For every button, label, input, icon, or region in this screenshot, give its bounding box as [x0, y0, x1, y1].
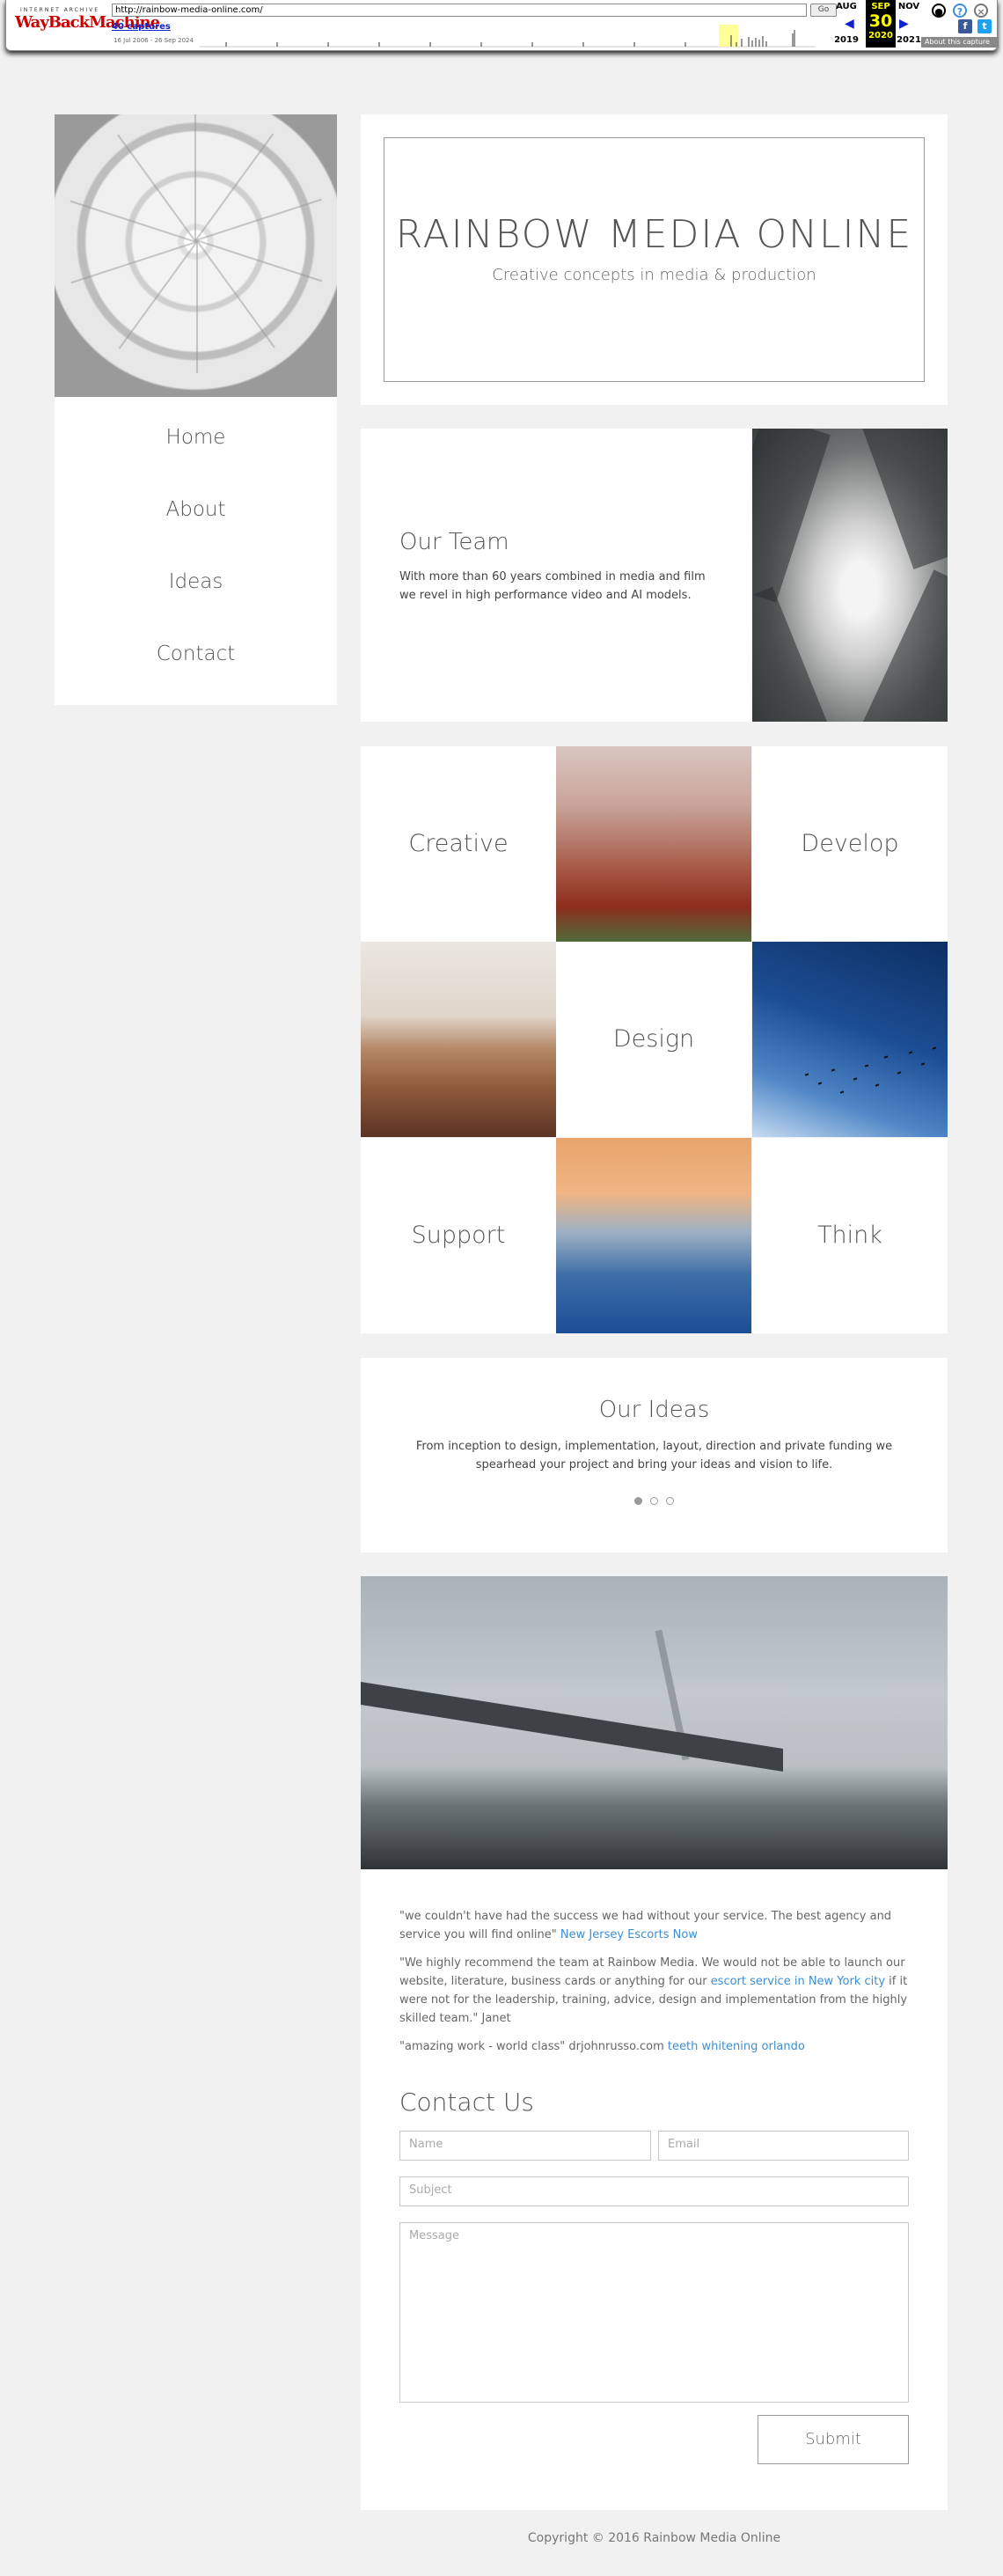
bridge-fog-image	[361, 1576, 948, 1869]
wayback-current-day: 30	[868, 11, 893, 31]
grid-cell-support[interactable]: Support	[361, 1138, 556, 1333]
wayback-toolbar: INTERNET ARCHIVE WayBackMachine Go 40 ca…	[5, 0, 999, 51]
grid-label-design: Design	[612, 1025, 695, 1053]
wayback-prev-year[interactable]: 2019	[833, 35, 860, 45]
grid-label-think: Think	[817, 1222, 882, 1249]
wayback-logo[interactable]: INTERNET ARCHIVE WayBackMachine	[15, 7, 160, 39]
message-field[interactable]: Message	[399, 2222, 909, 2403]
email-field[interactable]: Email	[658, 2131, 909, 2161]
site-title: RAINBOW MEDIA ONLINE	[395, 212, 913, 257]
user-icon[interactable]: ●	[932, 4, 946, 18]
footer-copyright: Copyright © 2016 Rainbow Media Online	[527, 2531, 781, 2545]
carousel-dot-1[interactable]	[633, 1497, 642, 1505]
nav-contact[interactable]: Contact	[55, 618, 337, 690]
nav-home[interactable]: Home	[55, 401, 337, 473]
team-panel: Our Team With more than 60 years combine…	[361, 429, 948, 722]
carousel-dots	[361, 1492, 948, 1508]
testimonials: "we couldn't have had the success we had…	[399, 1907, 910, 2066]
main-nav: Home About Ideas Contact	[55, 397, 337, 690]
wayback-current-year: 2020	[868, 31, 893, 40]
grid-label-support: Support	[411, 1222, 506, 1249]
desert-image	[361, 942, 556, 1137]
wayback-prev-arrow-icon[interactable]: ◀	[845, 17, 854, 31]
wayback-next-arrow-icon[interactable]: ▶	[899, 17, 909, 31]
wayback-captures-link[interactable]: 40 captures	[112, 22, 171, 32]
contact-title: Contact Us	[399, 2088, 534, 2117]
help-icon[interactable]: ?	[953, 4, 967, 18]
ideas-title: Our Ideas	[598, 1397, 710, 1423]
testimonial-3: "amazing work - world class" drjohnrusso…	[399, 2037, 910, 2056]
team-title: Our Team	[399, 529, 509, 555]
wayback-logo-main: WayBackMachine	[15, 13, 160, 32]
facebook-icon[interactable]: f	[958, 19, 972, 33]
twitter-icon[interactable]: t	[977, 19, 992, 33]
wayback-sparkline[interactable]	[200, 23, 816, 48]
wayback-prev-month[interactable]: AUG	[833, 2, 860, 11]
grid-label-creative: Creative	[408, 830, 509, 857]
grid-cell-design[interactable]: Design	[556, 942, 751, 1137]
team-text: Our Team With more than 60 years combine…	[399, 529, 716, 605]
testimonial-3-link[interactable]: teeth whitening orlando	[668, 2040, 805, 2053]
testimonial-2-link[interactable]: escort service in New York city	[711, 1975, 885, 1988]
ideas-panel: Our Ideas From inception to design, impl…	[361, 1358, 948, 1552]
grid-cell-creative[interactable]: Creative	[361, 746, 556, 942]
site-subtitle: Creative concepts in media & production	[492, 266, 816, 284]
wayback-current-month: SEP	[871, 2, 890, 11]
testimonial-1: "we couldn't have had the success we had…	[399, 1907, 910, 1944]
grid-cell-think[interactable]: Think	[752, 1138, 948, 1333]
subject-field[interactable]: Subject	[399, 2176, 909, 2206]
wayback-about-capture[interactable]: About this capture	[921, 37, 999, 48]
forest-image	[556, 746, 751, 942]
mountain-image	[556, 1138, 751, 1333]
services-grid: Creative Develop Design Support Think	[361, 746, 948, 1334]
sidebar: Home About Ideas Contact	[55, 114, 337, 705]
close-icon[interactable]: ×	[974, 4, 988, 18]
wayback-next-month[interactable]: NOV	[896, 2, 922, 11]
nav-ideas[interactable]: Ideas	[55, 546, 337, 618]
wayback-logo-top: INTERNET ARCHIVE	[19, 7, 100, 13]
wayback-url-input[interactable]	[112, 4, 807, 17]
name-field[interactable]: Name	[399, 2131, 651, 2161]
wayback-current-capture: SEP 30 2020	[866, 0, 896, 48]
ideas-body: From inception to design, implementation…	[415, 1440, 893, 1471]
wayback-date-range: 16 Jul 2006 - 26 Sep 2024	[113, 37, 194, 44]
grid-cell-develop[interactable]: Develop	[752, 746, 948, 942]
testimonial-2: "We highly recommend the team at Rainbow…	[399, 1954, 910, 2028]
testimonial-1-link[interactable]: New Jersey Escorts Now	[560, 1928, 698, 1941]
submit-button[interactable]: Submit	[758, 2415, 909, 2464]
header-box: RAINBOW MEDIA ONLINE Creative concepts i…	[384, 137, 925, 382]
header-panel: RAINBOW MEDIA ONLINE Creative concepts i…	[361, 114, 948, 405]
contact-panel: "we couldn't have had the success we had…	[361, 1576, 948, 2510]
wayback-next-year[interactable]: 2021	[896, 35, 922, 45]
skyscrapers-image	[752, 429, 948, 722]
carousel-dot-3[interactable]	[666, 1497, 675, 1505]
birds-sky-image	[752, 942, 948, 1137]
nav-about[interactable]: About	[55, 473, 337, 546]
team-body: With more than 60 years combined in medi…	[399, 570, 706, 602]
carousel-dot-2[interactable]	[650, 1497, 658, 1505]
testimonial-3-text: "amazing work - world class" drjohnrusso…	[399, 2040, 664, 2053]
dome-image	[55, 114, 337, 397]
grid-label-develop: Develop	[801, 830, 899, 857]
